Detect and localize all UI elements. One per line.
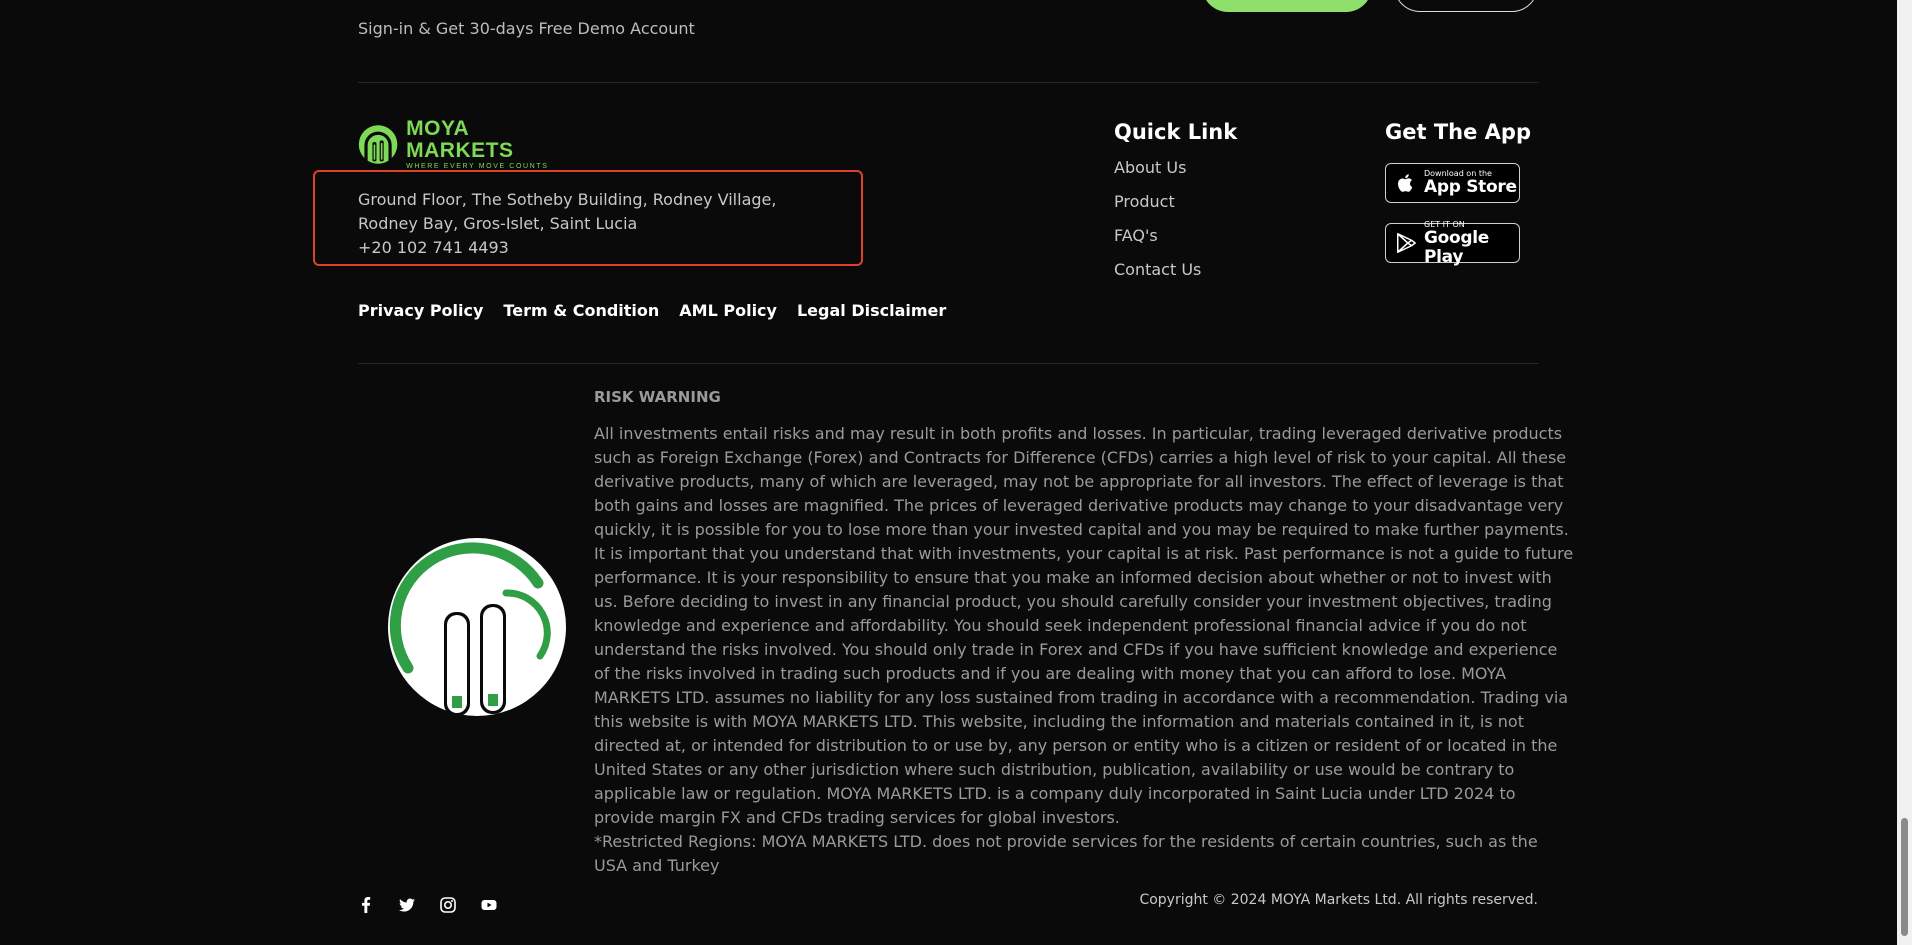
legal-links: Privacy Policy Term & Condition AML Poli… [358,301,946,320]
app-store-badge[interactable]: Download on the App Store [1385,163,1520,203]
product-link[interactable]: Product [1114,190,1201,224]
privacy-policy-link[interactable]: Privacy Policy [358,301,483,320]
page-scrollbar[interactable] [1897,0,1912,945]
facebook-icon[interactable] [358,897,374,913]
brand-logo[interactable]: MOYA MARKETS WHERE EVERY MOVE COUNTS [358,118,563,170]
primary-cta-button[interactable] [1202,0,1372,12]
company-address: Ground Floor, The Sotheby Building, Rodn… [358,188,776,260]
social-links [358,897,497,913]
logo-mark-icon [358,125,398,164]
quick-links-list: About Us Product FAQ's Contact Us [1114,156,1201,292]
google-play-icon [1397,233,1416,253]
about-us-link[interactable]: About Us [1114,156,1201,190]
legal-disclaimer-link[interactable]: Legal Disclaimer [797,301,946,320]
divider-middle [358,363,1539,364]
divider-top [358,82,1539,83]
brand-name: MOYA MARKETS [406,117,514,162]
contact-us-link[interactable]: Contact Us [1114,258,1201,292]
faqs-link[interactable]: FAQ's [1114,224,1201,258]
address-line-1: Ground Floor, The Sotheby Building, Rodn… [358,190,777,209]
terms-link[interactable]: Term & Condition [503,301,659,320]
youtube-icon[interactable] [481,897,497,913]
risk-warning-body: All investments entail risks and may res… [594,422,1574,878]
apple-icon [1398,174,1413,192]
google-play-label: Google Play [1424,227,1490,267]
restricted-regions-text: *Restricted Regions: MOYA MARKETS LTD. d… [594,832,1538,875]
demo-account-text: Sign-in & Get 30-days Free Demo Account [358,19,695,38]
copyright-text: Copyright © 2024 MOYA Markets Ltd. All r… [1139,892,1538,908]
scrollbar-thumb[interactable] [1901,818,1908,936]
moya-large-logo-icon [388,538,566,716]
google-play-badge[interactable]: GET IT ON Google Play [1385,220,1520,266]
footer-page: Sign-in & Get 30-days Free Demo Account … [0,0,1912,945]
phone-number[interactable]: +20 102 741 4493 [358,236,776,260]
instagram-icon[interactable] [440,897,456,913]
twitter-icon[interactable] [399,897,415,913]
secondary-cta-button[interactable] [1394,0,1538,12]
risk-warning-text: All investments entail risks and may res… [594,424,1574,827]
quick-link-title: Quick Link [1114,120,1238,144]
app-store-label: App Store [1424,177,1517,197]
risk-warning-title: RISK WARNING [594,388,721,406]
address-line-2: Rodney Bay, Gros-Islet, Saint Lucia [358,214,638,233]
aml-policy-link[interactable]: AML Policy [679,301,777,320]
get-app-title: Get The App [1385,120,1531,144]
